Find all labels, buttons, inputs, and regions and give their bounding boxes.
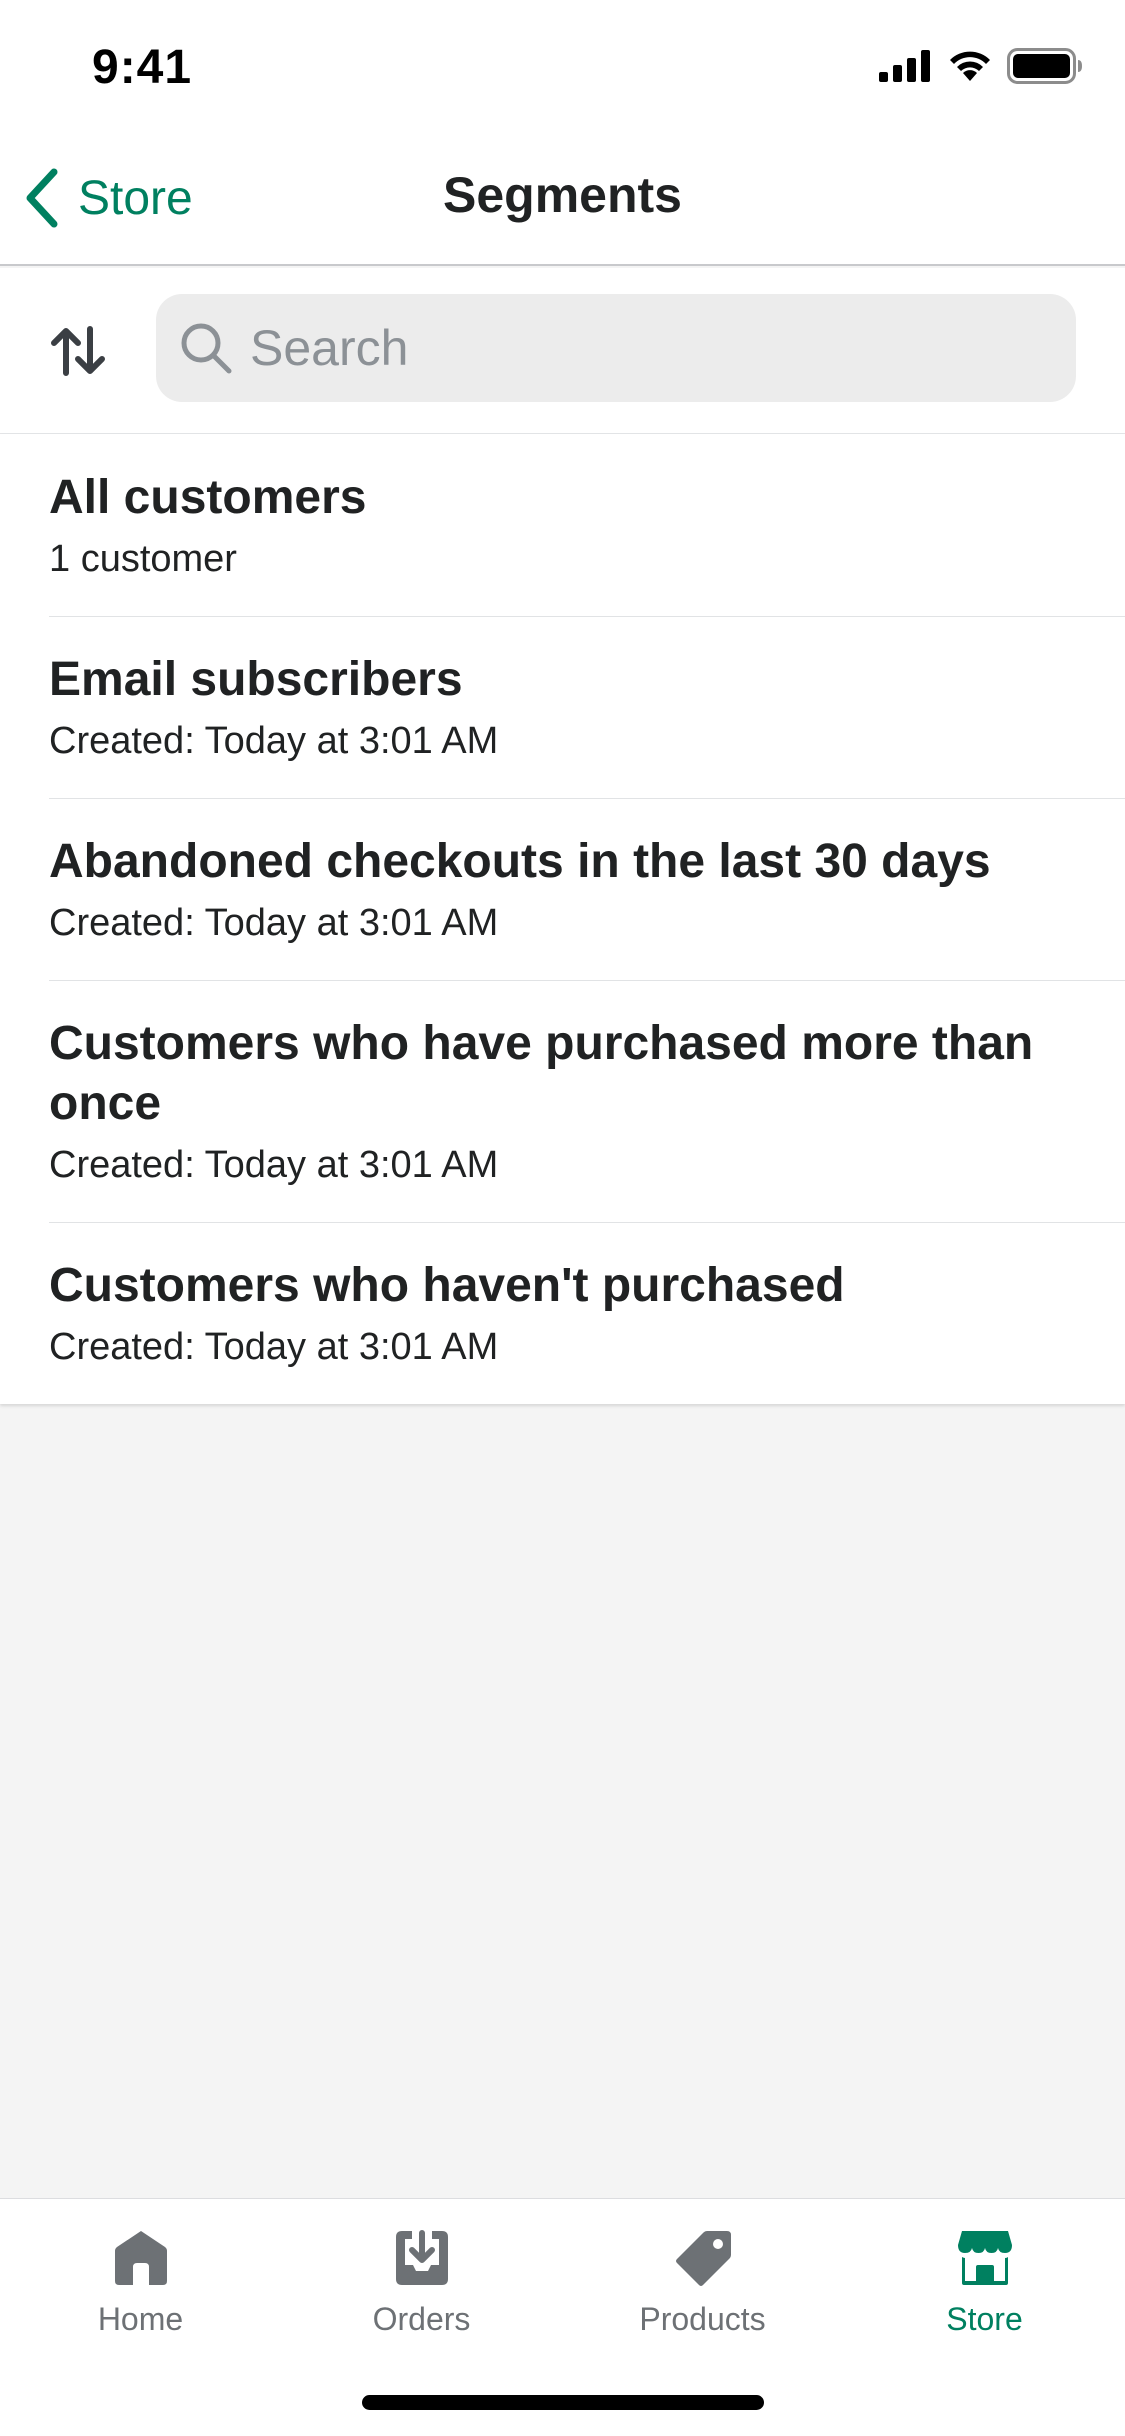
wifi-icon [950,51,990,81]
tag-icon [675,2231,731,2286]
tab-orders[interactable]: Orders [281,2229,562,2369]
segment-title: All customers [49,471,367,524]
status-icons [879,48,1083,84]
segments-screen: 9:41 Store Segments Search All customers… [0,0,1125,2436]
segment-title: Customers who have purchased more than o… [49,1017,1034,1130]
home-icon [114,2231,167,2285]
segment-item-abandoned-checkouts[interactable]: Abandoned checkouts in the last 30 days … [0,798,1125,980]
store-icon [957,2231,1012,2285]
battery-icon [1007,48,1082,84]
page-title: Segments [443,167,682,223]
search-input[interactable] [250,319,1070,377]
home-indicator [362,2395,764,2410]
tab-label: Home [97,2301,184,2337]
status-time: 9:41 [92,41,193,94]
segment-subtitle: Created: Today at 3:01 AM [49,902,499,944]
tab-store[interactable]: Store [844,2229,1125,2369]
segment-subtitle: Created: Today at 3:01 AM [49,1326,499,1368]
orders-inbox-icon [395,2230,448,2285]
segment-list: All customers 1 customer Email subscribe… [0,434,1125,1404]
segment-item-email-subscribers[interactable]: Email subscribers Created: Today at 3:01… [0,616,1125,798]
cellular-signal-icon [879,50,930,82]
segment-item-all-customers[interactable]: All customers 1 customer [0,434,1125,616]
segment-subtitle: Created: Today at 3:01 AM [49,1144,499,1186]
segment-subtitle: Created: Today at 3:01 AM [49,720,499,762]
segment-title: Email subscribers [49,653,463,706]
search-icon [181,323,232,374]
navigation-bar: Store Segments [0,132,1125,266]
tab-home[interactable]: Home [0,2229,281,2369]
tab-label: Orders [372,2301,471,2337]
tab-products[interactable]: Products [562,2229,843,2369]
segment-subtitle: 1 customer [49,538,237,580]
segment-title: Customers who haven't purchased [49,1259,845,1312]
sort-arrows-icon [51,326,105,376]
status-bar: 9:41 [0,0,1125,132]
segment-item-repeat-purchasers[interactable]: Customers who have purchased more than o… [0,980,1125,1222]
search-field[interactable] [156,294,1076,402]
tab-label: Products [639,2301,766,2337]
segment-item-no-purchases[interactable]: Customers who haven't purchased Created:… [0,1222,1125,1404]
sort-button[interactable] [40,316,116,386]
segment-title: Abandoned checkouts in the last 30 days [49,835,991,888]
tab-label: Store [946,2301,1023,2337]
search-row [0,268,1125,434]
